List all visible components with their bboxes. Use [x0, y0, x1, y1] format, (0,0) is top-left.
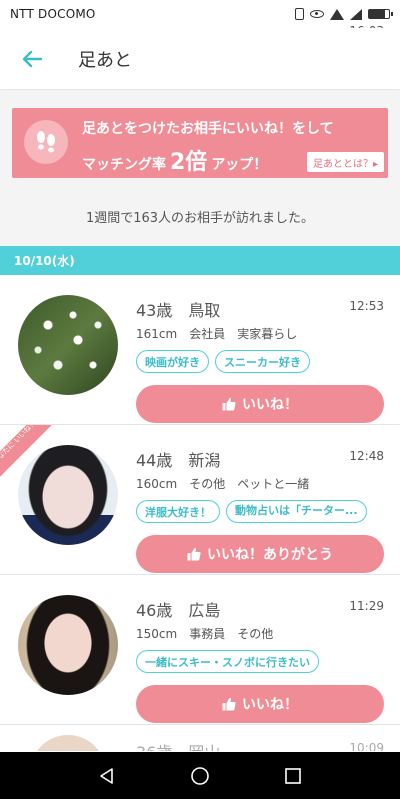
footprints-icon	[24, 120, 68, 164]
nav-recents-button[interactable]	[273, 756, 313, 796]
visitor-card[interactable]: 46歳 広島 11:29 150cm 事務員 その他 一緒にスキー・スノボに行き…	[0, 575, 400, 725]
avatar[interactable]	[18, 445, 118, 545]
triangle-back-icon	[99, 767, 113, 784]
thumbs-up-icon	[222, 397, 236, 411]
visitor-age-location: 44歳 新潟	[136, 451, 221, 470]
signal-icon	[350, 8, 362, 20]
eye-icon	[310, 10, 324, 18]
banner-highlight: 2倍	[170, 150, 208, 175]
carrier-name: NTT DOCOMO	[10, 7, 96, 21]
interest-tag[interactable]: 一緒にスキー・スノボに行きたい	[136, 650, 319, 673]
status-bar: NTT DOCOMO 16:03	[0, 0, 400, 38]
visitor-card[interactable]: 43歳 鳥取 12:53 161cm 会社員 実家暮らし 映画が好き スニーカー…	[0, 275, 400, 425]
interest-tag[interactable]: スニーカー好き	[215, 350, 310, 373]
interest-tags: 一緒にスキー・スノボに行きたい	[136, 650, 386, 673]
like-back-button[interactable]: いいね！ありがとう	[136, 535, 384, 573]
like-button-label: いいね！	[242, 397, 298, 413]
visitor-card-partial[interactable]: 36歳 岡山 10:09	[0, 725, 400, 751]
like-button-label: いいね！ありがとう	[207, 547, 333, 563]
back-arrow-icon	[22, 50, 43, 67]
footprints-content[interactable]: 足あとをつけたお相手にいいね！をして マッチング率 2倍 アップ！ 足あととは？…	[0, 91, 400, 751]
thumbs-up-icon	[222, 697, 236, 711]
interest-tag[interactable]: 映画が好き	[136, 350, 209, 373]
visit-time: 11:29	[349, 599, 384, 613]
banner-headline: 足あとをつけたお相手にいいね！をして	[82, 121, 334, 137]
visitor-card[interactable]: あなたに いいね！ 44歳 新潟 12:48 160cm その他 ペットと一緒 …	[0, 425, 400, 575]
banner-subline: マッチング率 2倍 アップ！	[82, 144, 267, 176]
visitor-age-location: 36歳 岡山	[136, 739, 220, 751]
visit-time: 10:09	[349, 741, 384, 751]
avatar[interactable]	[18, 595, 118, 695]
vibrate-icon	[295, 8, 304, 20]
app-header: 足あと	[0, 28, 400, 90]
visitor-details: 160cm その他 ペットと一緒	[136, 477, 310, 491]
interest-tag[interactable]: 洋服大好き！	[136, 500, 220, 523]
wifi-icon	[330, 8, 344, 20]
visitor-details: 161cm 会社員 実家暮らし	[136, 327, 298, 341]
battery-icon	[368, 9, 393, 19]
avatar[interactable]	[30, 735, 106, 751]
date-header: 10/10(水)	[0, 246, 400, 275]
what-is-footprints-link[interactable]: 足あととは？▸	[306, 152, 384, 172]
nav-back-button[interactable]	[87, 756, 127, 796]
square-recents-icon	[285, 767, 302, 784]
visitor-age-location: 43歳 鳥取	[136, 301, 221, 320]
visitor-details: 150cm 事務員 その他	[136, 627, 274, 641]
circle-home-icon	[191, 766, 209, 785]
page-title: 足あと	[78, 49, 132, 71]
back-button[interactable]	[0, 28, 64, 90]
visitor-age-location: 46歳 広島	[136, 601, 221, 620]
visitor-count-note: 1週間で163人のお相手が訪れました。	[85, 211, 315, 226]
like-button[interactable]: いいね！	[136, 685, 384, 723]
like-button[interactable]: いいね！	[136, 385, 384, 423]
system-nav-bar	[0, 752, 400, 799]
avatar[interactable]	[18, 295, 118, 395]
promo-banner[interactable]: 足あとをつけたお相手にいいね！をして マッチング率 2倍 アップ！ 足あととは？…	[12, 108, 388, 178]
like-button-label: いいね！	[242, 697, 298, 713]
banner-subline-prefix: マッチング率	[82, 157, 166, 173]
thumbs-up-icon	[187, 547, 201, 561]
visit-time: 12:53	[349, 299, 384, 313]
interest-tags: 洋服大好き！ 動物占いは「チーター...	[136, 500, 386, 523]
nav-home-button[interactable]	[180, 756, 220, 796]
visit-time: 12:48	[349, 449, 384, 463]
status-icons: 16:03	[295, 8, 393, 38]
interest-tags: 映画が好き スニーカー好き	[136, 350, 386, 373]
banner-subline-suffix: アップ！	[211, 157, 268, 173]
interest-tag[interactable]: 動物占いは「チーター...	[226, 500, 367, 523]
